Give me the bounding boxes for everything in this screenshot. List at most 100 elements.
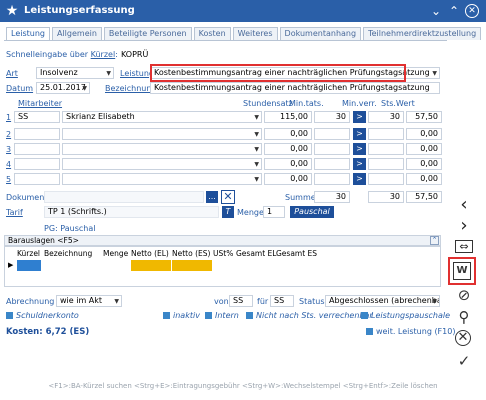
tab-weiteres[interactable]: Weiteres	[232, 27, 278, 40]
tarif-field[interactable]: TP 1 (Schrifts.)	[44, 206, 219, 218]
status-label: Status	[299, 297, 325, 306]
rate-field[interactable]: 0,00	[264, 128, 312, 140]
min-verr-field[interactable]	[368, 158, 404, 170]
rate-field[interactable]: 0,00	[264, 143, 312, 155]
employee-code-field[interactable]	[14, 143, 60, 155]
von-label: von	[214, 297, 229, 306]
sts-wert-header: Sts.Wert	[381, 99, 415, 108]
chevron-left-icon[interactable]: ‹	[455, 196, 473, 214]
tab-bar: Leistung Allgemein Beteiligte Personen K…	[6, 27, 483, 40]
weit-leistung-label: weit. Leistung (F10)	[376, 327, 456, 336]
min-verr-field[interactable]: 30	[368, 111, 404, 123]
chevron-down-icon[interactable]: ⌄	[428, 3, 444, 19]
tab-kosten[interactable]: Kosten	[193, 27, 231, 40]
dokument-clear-icon[interactable]: ✕	[221, 190, 235, 204]
shortcut-hints: <F1>:BA-Kürzel suchen <Strg+E>:Eintragun…	[48, 382, 438, 390]
rate-field[interactable]: 115,00	[264, 111, 312, 123]
weit-leistung-checkbox[interactable]	[366, 328, 373, 335]
transfer-button[interactable]: >	[353, 173, 366, 185]
abrechnung-select[interactable]: wie im Akt ▼	[56, 295, 122, 307]
sts-wert-field[interactable]: 0,00	[406, 173, 442, 185]
pauschale-checkbox[interactable]	[361, 312, 368, 319]
intern-label: Intern	[215, 311, 239, 320]
transfer-button[interactable]: >	[353, 143, 366, 155]
employee-name-select[interactable]: ▼	[62, 143, 262, 155]
grid-cell-netto-el[interactable]	[131, 260, 171, 271]
sts-wert-field[interactable]: 57,50	[406, 111, 442, 123]
min-tats-field[interactable]	[314, 128, 350, 140]
col-kuerzel: Kürzel	[17, 249, 41, 258]
abrechnung-label: Abrechnung	[6, 297, 55, 306]
col-ust: USt%	[213, 249, 234, 258]
transfer-button[interactable]: >	[353, 111, 366, 123]
employee-code-field[interactable]	[14, 158, 60, 170]
cancel-icon[interactable]: ✕	[455, 330, 471, 346]
summe-min-tats: 30	[314, 191, 350, 203]
menge-field[interactable]: 1	[263, 206, 285, 218]
nicht-sts-checkbox[interactable]	[246, 312, 253, 319]
schuldnerkonto-checkbox[interactable]	[6, 312, 13, 319]
employee-name-select[interactable]: ▼	[62, 158, 262, 170]
grid-cell-kuerzel[interactable]	[17, 260, 41, 271]
art-select[interactable]: Insolvenz ▼	[36, 67, 114, 79]
fuer-label: für	[257, 297, 269, 306]
employee-name-select[interactable]: Skrianz Elisabeth ▼	[62, 111, 262, 123]
employee-code-field[interactable]	[14, 128, 60, 140]
inaktiv-label: inaktiv	[173, 311, 200, 320]
employee-code-field[interactable]	[14, 173, 60, 185]
swap-icon[interactable]: ⇔	[455, 240, 473, 253]
min-tats-field[interactable]	[314, 158, 350, 170]
tarif-t-button[interactable]: T	[222, 206, 234, 218]
tab-teilnehmerdirektzustellung[interactable]: Teilnehmerdirektzustellung	[363, 27, 482, 40]
tab-dokumentanhang[interactable]: Dokumentanhang	[279, 27, 362, 40]
min-verr-field[interactable]	[368, 173, 404, 185]
grid-cell-netto-es[interactable]	[172, 260, 212, 271]
min-tats-field[interactable]	[314, 143, 350, 155]
min-tats-field[interactable]	[314, 173, 350, 185]
rate-field[interactable]: 0,00	[264, 158, 312, 170]
fuer-field[interactable]: SS	[270, 295, 294, 307]
rate-field[interactable]: 0,00	[264, 173, 312, 185]
paperclip-icon[interactable]: ⊘	[455, 286, 473, 304]
min-verr-field[interactable]	[368, 143, 404, 155]
word-document-icon[interactable]: W	[453, 262, 471, 280]
col-netto-el: Netto (EL)	[131, 249, 169, 258]
quick-entry-value[interactable]: KOPRÜ	[121, 50, 148, 59]
pauschal-button[interactable]: Pauschal	[290, 206, 334, 218]
datum-field[interactable]: 25.01.2017 ▼	[36, 82, 90, 94]
min-verr-field[interactable]	[368, 128, 404, 140]
tab-beteiligte-personen[interactable]: Beteiligte Personen	[103, 27, 192, 40]
sts-wert-field[interactable]: 0,00	[406, 128, 442, 140]
col-netto-es: Netto (ES)	[172, 249, 211, 258]
dokument-field[interactable]	[44, 191, 204, 203]
dokument-browse-button[interactable]: ...	[206, 191, 218, 203]
min-tats-field[interactable]: 30	[314, 111, 350, 123]
inaktiv-checkbox[interactable]	[163, 312, 170, 319]
status-select[interactable]: Abgeschlossen (abrechenbar) ▼	[325, 295, 440, 307]
sts-wert-field[interactable]: 0,00	[406, 143, 442, 155]
col-menge: Menge	[103, 249, 129, 258]
employee-name-select[interactable]: ▼	[62, 173, 262, 185]
sts-wert-field[interactable]: 0,00	[406, 158, 442, 170]
chevron-up-icon[interactable]: ⌃	[446, 3, 462, 19]
min-tats-header: Min.tats.	[289, 99, 324, 108]
col-gesamt-el: Gesamt EL	[236, 249, 277, 258]
close-window-button[interactable]: ✕	[465, 4, 479, 18]
employee-name-select[interactable]: ▼	[62, 128, 262, 140]
stundensatz-header: Stundensatz	[243, 99, 293, 108]
transfer-button[interactable]: >	[353, 128, 366, 140]
confirm-check-icon[interactable]: ✓	[455, 352, 473, 370]
intern-checkbox[interactable]	[205, 312, 212, 319]
transfer-button[interactable]: >	[353, 158, 366, 170]
chevron-right-icon[interactable]: ›	[455, 217, 473, 235]
art-label: Art	[6, 69, 18, 78]
pin-icon[interactable]: ⚲	[455, 308, 473, 326]
von-field[interactable]: SS	[229, 295, 253, 307]
bezeichnung-field[interactable]: Kostenbestimmungsantrag einer nachträgli…	[150, 82, 440, 94]
tab-allgemein[interactable]: Allgemein	[51, 27, 102, 40]
pg-text: PG: Pauschal	[44, 224, 96, 233]
tab-leistung[interactable]: Leistung	[6, 27, 50, 40]
employee-code-field[interactable]: SS	[14, 111, 60, 123]
nicht-sts-label: Nicht nach Sts. verrechenbar	[256, 311, 373, 320]
collapse-icon[interactable]: ⌃	[430, 236, 439, 245]
